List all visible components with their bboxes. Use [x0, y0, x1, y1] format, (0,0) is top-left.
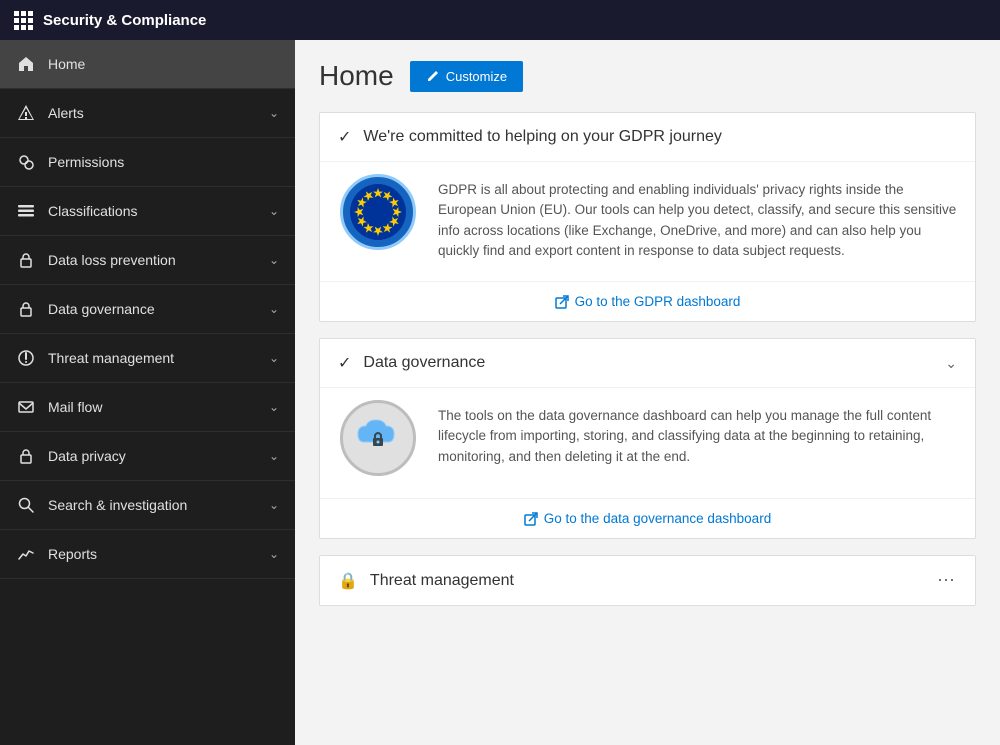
sidebar-item-label: Reports [48, 546, 257, 562]
sidebar-item-mail-flow[interactable]: Mail flow ⌄ [0, 383, 295, 432]
threat-management-card-header[interactable]: 🔒 Threat management ⋯ [320, 556, 975, 605]
data-governance-icon [340, 400, 416, 476]
data-governance-card-header[interactable]: ✓ Data governance ⌄ [320, 339, 975, 387]
chevron-down-icon: ⌄ [269, 106, 279, 120]
data-governance-icon [16, 299, 36, 319]
chevron-down-icon: ⌄ [945, 355, 957, 372]
sidebar-item-label: Classifications [48, 203, 257, 219]
sidebar-item-data-governance[interactable]: Data governance ⌄ [0, 285, 295, 334]
sidebar-item-label: Home [48, 56, 279, 72]
check-icon: ✓ [338, 127, 351, 147]
app-grid-icon[interactable] [14, 11, 33, 30]
sidebar-item-threat-management[interactable]: Threat management ⌄ [0, 334, 295, 383]
more-options-icon[interactable]: ⋯ [937, 570, 957, 591]
permissions-icon [16, 152, 36, 172]
gdpr-card-header[interactable]: ✓ We're committed to helping on your GDP… [320, 113, 975, 161]
check-icon: ✓ [338, 353, 351, 373]
chevron-down-icon: ⌄ [269, 204, 279, 218]
sidebar-item-classifications[interactable]: Classifications ⌄ [0, 187, 295, 236]
gdpr-card-text: GDPR is all about protecting and enablin… [438, 172, 957, 261]
sidebar-item-reports[interactable]: Reports ⌄ [0, 530, 295, 579]
lock-icon: 🔒 [338, 571, 358, 591]
gdpr-card-body: GDPR is all about protecting and enablin… [320, 161, 975, 281]
sidebar-item-alerts[interactable]: Alerts ⌄ [0, 89, 295, 138]
sidebar-item-home[interactable]: Home [0, 40, 295, 89]
app-title: Security & Compliance [43, 12, 206, 29]
gdpr-icon-area [338, 172, 418, 252]
link-icon [555, 295, 569, 309]
data-governance-card-title: Data governance [363, 354, 933, 372]
chevron-down-icon: ⌄ [269, 302, 279, 316]
data-governance-link-text: Go to the data governance dashboard [544, 511, 771, 526]
gdpr-dashboard-link[interactable]: Go to the GDPR dashboard [320, 281, 975, 321]
search-icon [16, 495, 36, 515]
sidebar-item-label: Search & investigation [48, 497, 257, 513]
chevron-down-icon: ⌄ [269, 400, 279, 414]
sidebar-item-label: Mail flow [48, 399, 257, 415]
gdpr-link-text: Go to the GDPR dashboard [575, 294, 741, 309]
chevron-down-icon: ⌄ [269, 449, 279, 463]
threat-management-card-title: Threat management [370, 572, 925, 590]
alert-icon [16, 103, 36, 123]
mail-icon [16, 397, 36, 417]
reports-icon [16, 544, 36, 564]
main-layout: ‹ Home Alerts ⌄ [0, 40, 1000, 745]
gdpr-card: ✓ We're committed to helping on your GDP… [319, 112, 976, 322]
top-bar: Security & Compliance [0, 0, 1000, 40]
sidebar-item-label: Data loss prevention [48, 252, 257, 268]
data-privacy-icon [16, 446, 36, 466]
threat-management-card: 🔒 Threat management ⋯ [319, 555, 976, 606]
home-icon [16, 54, 36, 74]
sidebar: ‹ Home Alerts ⌄ [0, 40, 295, 745]
chevron-down-icon: ⌄ [269, 547, 279, 561]
gdpr-card-title: We're committed to helping on your GDPR … [363, 128, 957, 146]
edit-icon [426, 69, 440, 83]
sidebar-item-permissions[interactable]: Permissions [0, 138, 295, 187]
sidebar-item-search-investigation[interactable]: Search & investigation ⌄ [0, 481, 295, 530]
link-icon [524, 512, 538, 526]
data-governance-card: ✓ Data governance ⌄ [319, 338, 976, 539]
threat-icon [16, 348, 36, 368]
chevron-down-icon: ⌄ [269, 498, 279, 512]
content-area: Home Customize ✓ We're committed to help… [295, 40, 1000, 745]
data-governance-icon-area [338, 398, 418, 478]
sidebar-item-label: Alerts [48, 105, 257, 121]
classifications-icon [16, 201, 36, 221]
data-governance-card-body: The tools on the data governance dashboa… [320, 387, 975, 498]
chevron-down-icon: ⌄ [269, 351, 279, 365]
lock-icon [16, 250, 36, 270]
page-title: Home [319, 60, 394, 92]
page-header: Home Customize [319, 60, 976, 92]
sidebar-item-data-loss-prevention[interactable]: Data loss prevention ⌄ [0, 236, 295, 285]
data-governance-dashboard-link[interactable]: Go to the data governance dashboard [320, 498, 975, 538]
sidebar-item-label: Data governance [48, 301, 257, 317]
sidebar-item-label: Data privacy [48, 448, 257, 464]
data-governance-card-text: The tools on the data governance dashboa… [438, 398, 957, 467]
gdpr-eu-icon [340, 174, 416, 250]
chevron-down-icon: ⌄ [269, 253, 279, 267]
sidebar-item-data-privacy[interactable]: Data privacy ⌄ [0, 432, 295, 481]
sidebar-item-label: Permissions [48, 154, 279, 170]
sidebar-item-label: Threat management [48, 350, 257, 366]
customize-button[interactable]: Customize [410, 61, 523, 92]
